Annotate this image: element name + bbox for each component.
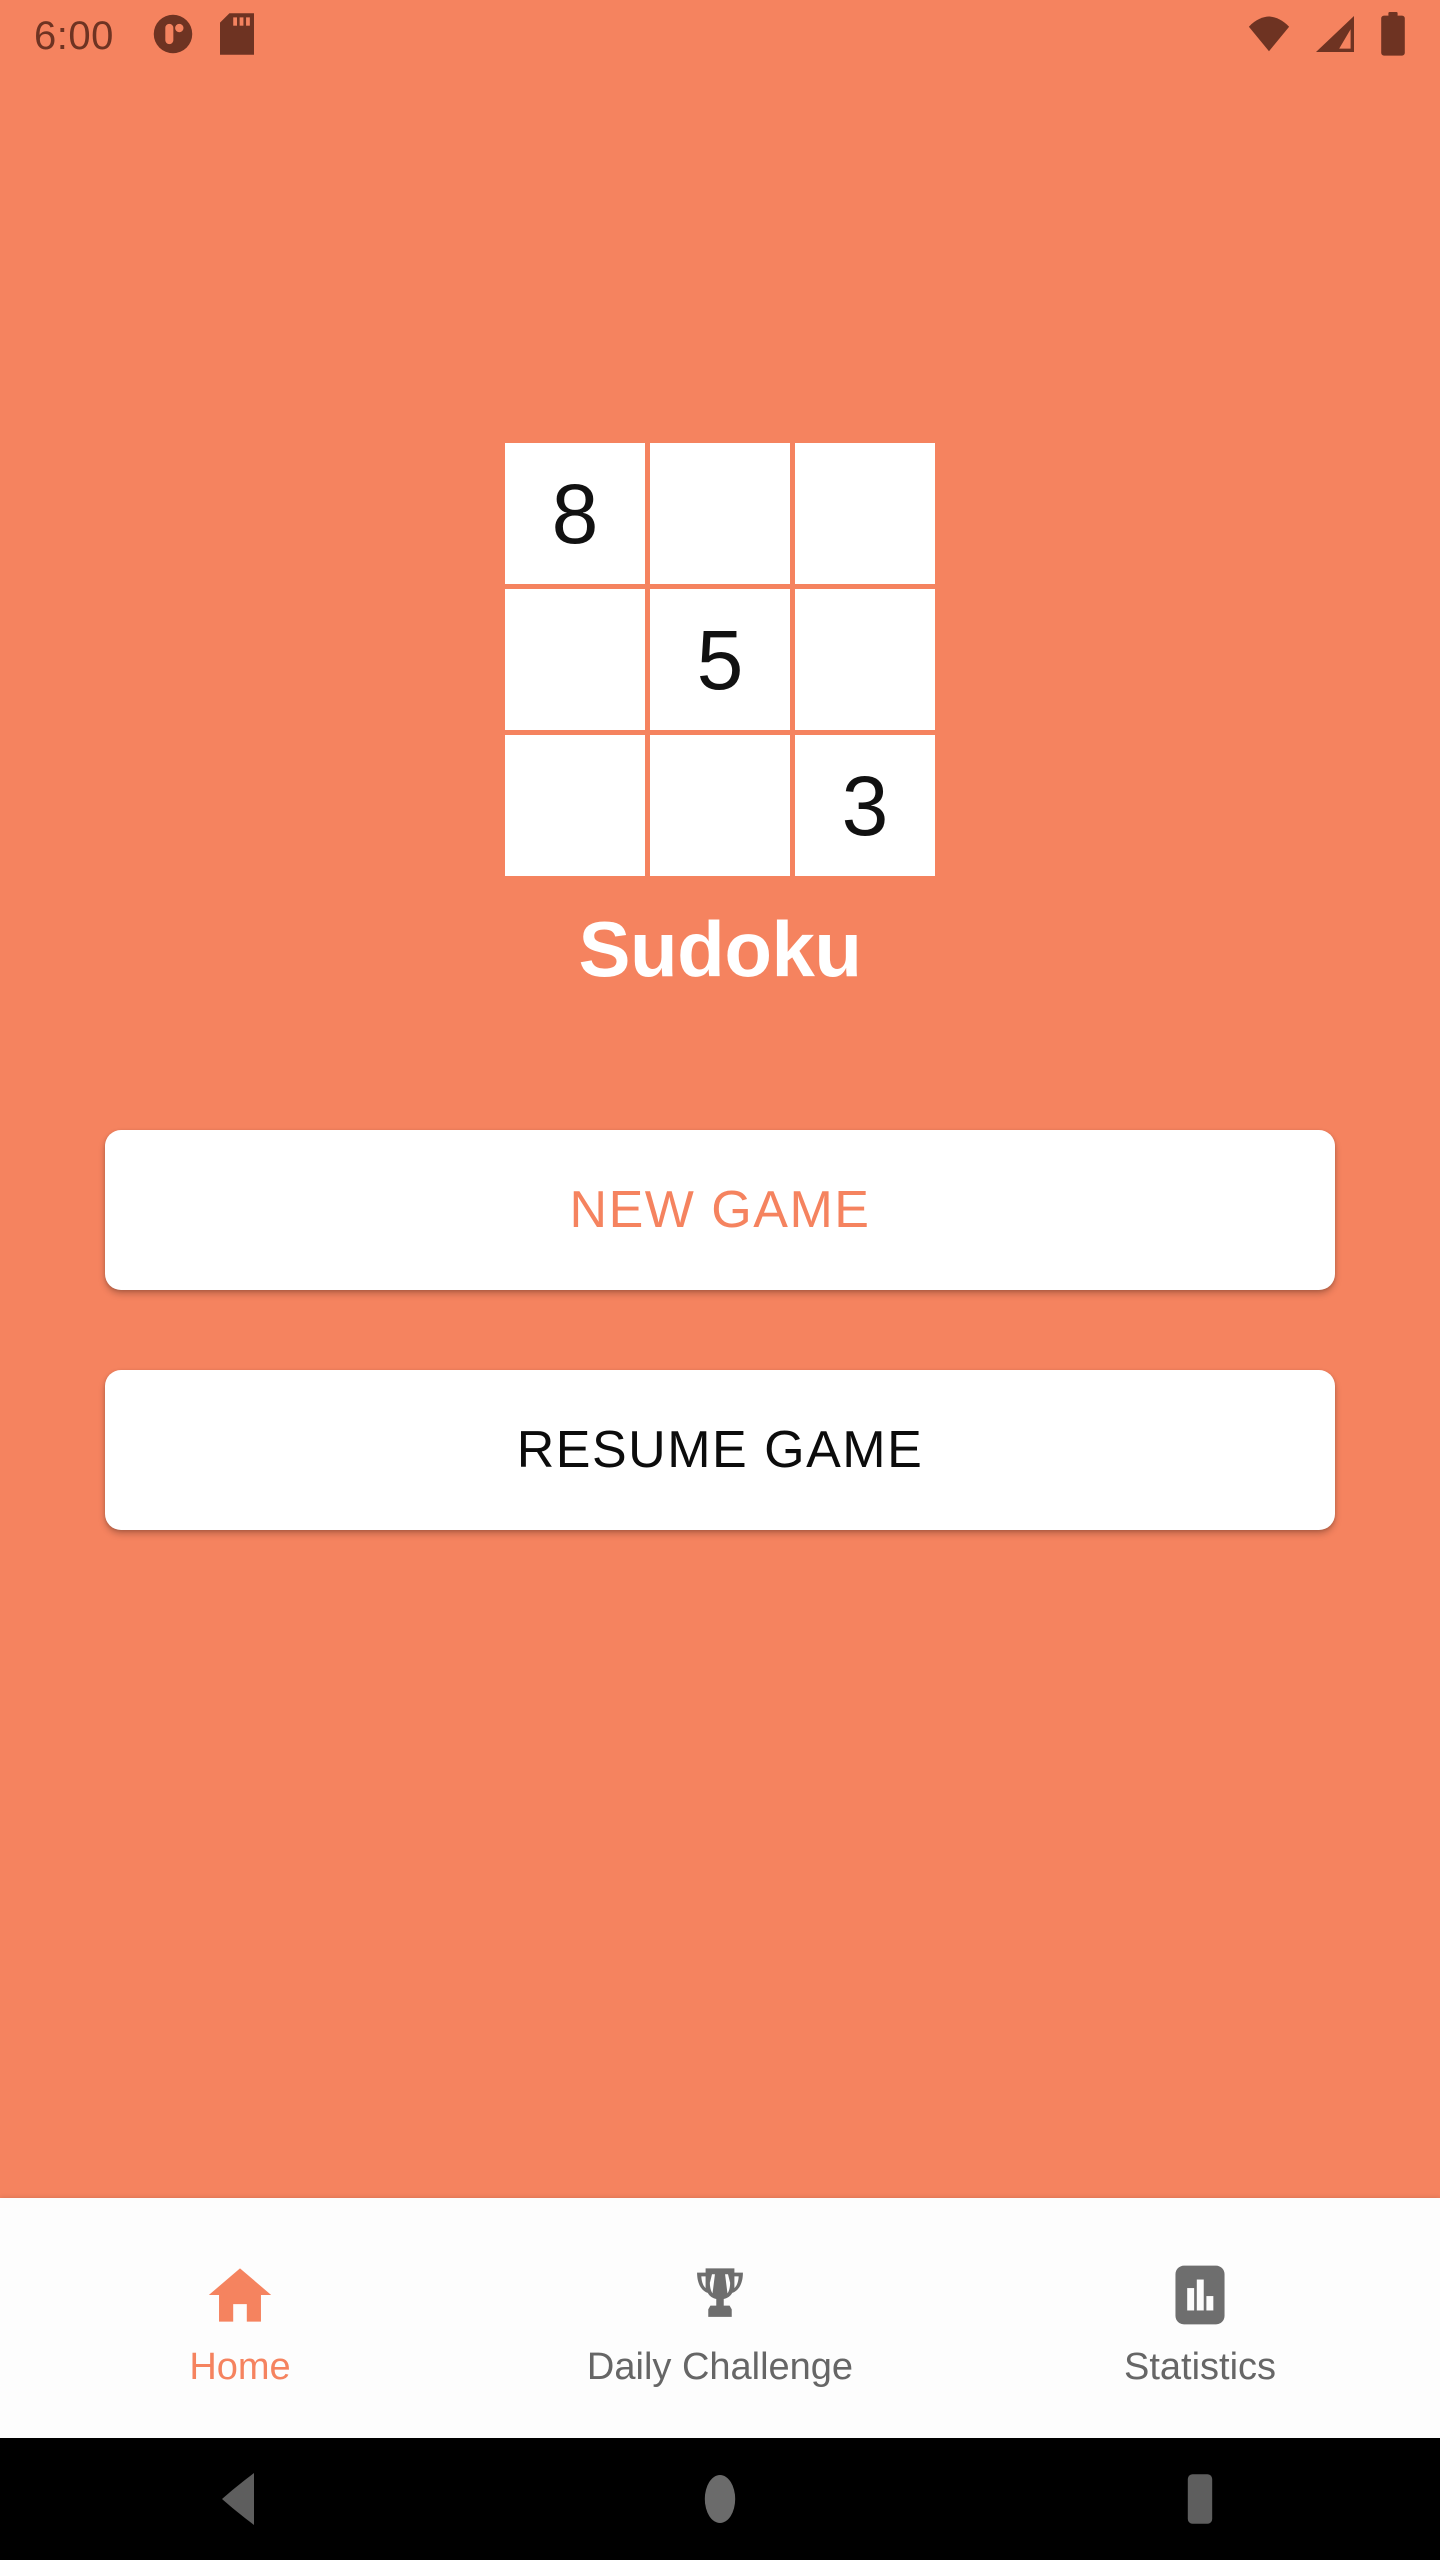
home-button[interactable] — [620, 2438, 820, 2560]
nav-item-statistics[interactable]: Statistics — [960, 2198, 1440, 2438]
wifi-icon — [1246, 13, 1292, 60]
resume-game-button[interactable]: RESUME GAME — [105, 1370, 1335, 1530]
home-icon — [206, 2263, 274, 2331]
status-left-icon-group — [152, 12, 254, 60]
logo-cell — [795, 443, 935, 584]
status-bar: 6:00 — [0, 0, 1440, 72]
logo-cell — [650, 735, 790, 876]
logo-cell — [505, 735, 645, 876]
back-button[interactable] — [140, 2438, 340, 2560]
logo-cell — [650, 443, 790, 584]
logo-cell: 8 — [505, 443, 645, 584]
page-title: Sudoku — [578, 905, 863, 993]
cellular-signal-icon — [1314, 13, 1358, 60]
app-notification-icon — [152, 13, 194, 60]
recent-apps-button[interactable] — [1100, 2438, 1300, 2560]
logo-cell: 5 — [650, 589, 790, 730]
nav-item-daily-challenge[interactable]: Daily Challenge — [480, 2198, 960, 2438]
trophy-icon — [688, 2263, 752, 2331]
new-game-button[interactable]: NEW GAME — [105, 1130, 1335, 1290]
nav-item-home[interactable]: Home — [0, 2198, 480, 2438]
app-screen: 6:00 8 5 3 Sudoku NEW GAME RESUME GAME H… — [0, 0, 1440, 2560]
battery-icon — [1380, 11, 1406, 61]
nav-item-home-label: Home — [189, 2346, 291, 2388]
android-system-navigation-bar — [0, 2438, 1440, 2560]
sd-card-icon — [219, 12, 254, 60]
logo-cell: 3 — [795, 735, 935, 876]
status-clock: 6:00 — [34, 14, 114, 58]
logo-cell — [795, 589, 935, 730]
bar-chart-icon — [1173, 2263, 1227, 2331]
status-right-icon-group — [1246, 11, 1406, 61]
nav-item-statistics-label: Statistics — [1123, 2346, 1277, 2388]
nav-item-daily-challenge-label: Daily Challenge — [586, 2346, 854, 2388]
sudoku-logo-grid: 8 5 3 — [505, 443, 935, 876]
logo-cell — [505, 589, 645, 730]
bottom-navigation-bar: Home Daily Challenge Statistics — [0, 2198, 1440, 2438]
